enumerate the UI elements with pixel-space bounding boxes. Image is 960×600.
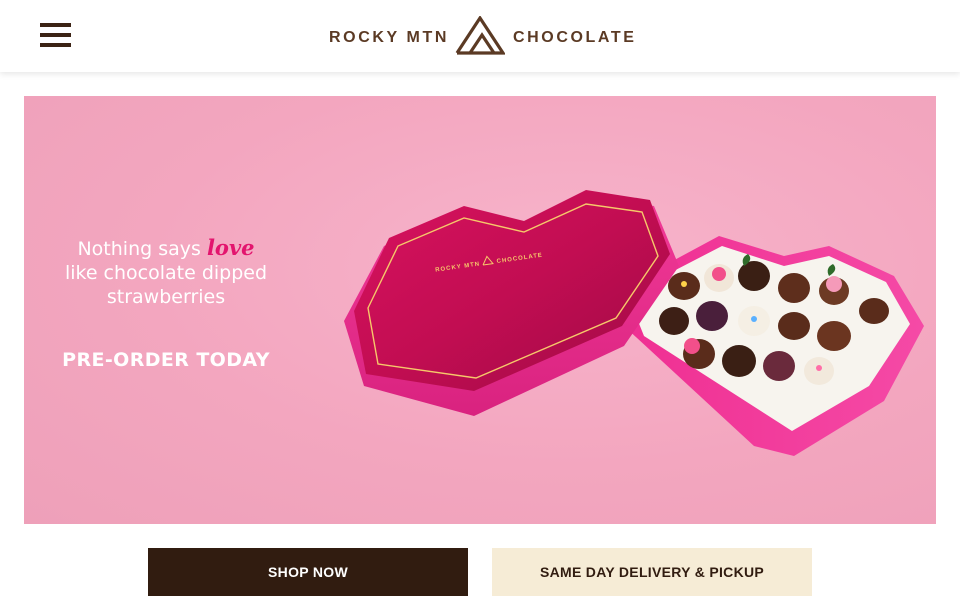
- shop-now-button[interactable]: SHOP NOW: [148, 548, 468, 596]
- hero-love-word: love: [206, 235, 255, 260]
- hero-banner[interactable]: Nothing says love like chocolate dipped …: [24, 96, 936, 524]
- hero-text-block: Nothing says love like chocolate dipped …: [24, 236, 308, 372]
- hero-line-1: Nothing says love: [24, 236, 308, 261]
- site-header: ROCKY MTN CHOCOLATE: [0, 0, 960, 72]
- pre-order-text: PRE-ORDER TODAY: [62, 349, 270, 371]
- brand-logo[interactable]: ROCKY MTN CHOCOLATE: [329, 16, 634, 56]
- heart-box-image: ROCKY MTN CHOCOLATE: [344, 190, 924, 456]
- hero-line-1-prefix: Nothing says: [77, 238, 207, 260]
- same-day-delivery-button[interactable]: SAME DAY DELIVERY & PICKUP: [492, 548, 812, 596]
- logo-text-right: CHOCOLATE: [513, 29, 637, 46]
- hamburger-menu-icon[interactable]: [40, 23, 72, 49]
- hero-line-2: like chocolate dipped: [64, 262, 268, 284]
- hero-line-3: strawberries: [106, 286, 226, 308]
- mountain-logo-icon: [455, 16, 505, 55]
- logo-text-left: ROCKY MTN: [329, 29, 449, 46]
